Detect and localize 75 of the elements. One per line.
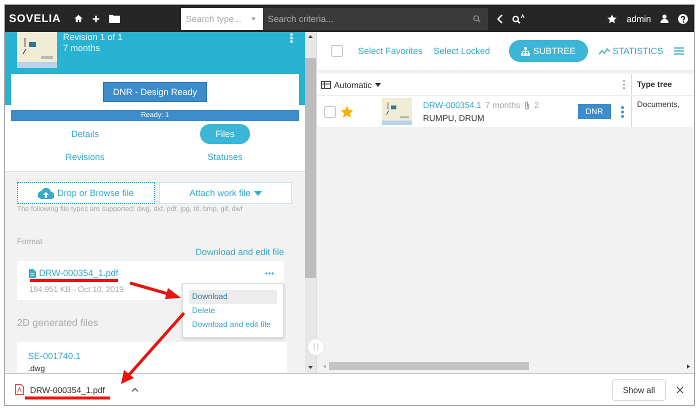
search-icon[interactable]: [472, 14, 481, 22]
revision-label: Revision 1 of 1: [63, 32, 124, 43]
search-type-dropdown[interactable]: Search type...: [180, 8, 263, 30]
statistics-button[interactable]: STATISTICS: [598, 46, 664, 56]
select-all-checkbox[interactable]: [331, 45, 343, 57]
section-heading: Format: [17, 237, 44, 246]
section-heading: 2D generated files: [17, 318, 98, 329]
caret-down-icon: [254, 190, 262, 196]
more-vertical-icon[interactable]: [621, 106, 624, 118]
paperclip-icon: [524, 100, 530, 110]
app-logo[interactable]: SOVELIA: [9, 12, 61, 24]
caret-down-icon: [374, 82, 381, 86]
subtree-button[interactable]: SUBTREE: [509, 40, 588, 62]
star-icon[interactable]: [607, 14, 618, 24]
user-name[interactable]: admin: [626, 14, 651, 24]
select-favorites-link[interactable]: Select Favorites: [358, 46, 423, 56]
table-cell-text: Documents,: [636, 99, 681, 111]
hierarchy-icon: [521, 46, 530, 56]
tab[interactable]: Details: [56, 124, 114, 144]
thumbnail-drawing: [17, 32, 57, 68]
scroll-right-icon[interactable]: [687, 364, 690, 368]
menu-item[interactable]: Download: [189, 290, 277, 304]
menu-item[interactable]: Delete: [189, 304, 277, 318]
star-icon[interactable]: [341, 106, 353, 118]
home-icon[interactable]: [74, 14, 83, 23]
arrow-annotation: [121, 312, 186, 384]
advanced-search-icon[interactable]: [512, 14, 525, 24]
table-view-icon: [321, 80, 331, 88]
file-meta: 194.951 KB - Oct 10, 2019: [29, 285, 124, 294]
help-icon[interactable]: [678, 14, 688, 24]
scrollbar-thumb[interactable]: [305, 58, 316, 278]
user-icon[interactable]: [660, 14, 669, 23]
file-icon: [29, 268, 36, 278]
line-chart-icon: [598, 48, 610, 54]
row-checkbox[interactable]: [324, 106, 336, 118]
show-all-button[interactable]: Show all: [612, 378, 666, 400]
downloaded-file-item[interactable]: DRW-000354_1.pdf: [15, 384, 115, 395]
folder-icon[interactable]: [108, 14, 120, 23]
vertical-scrollbar[interactable]: [305, 32, 316, 373]
file-type: .dwg: [28, 364, 46, 373]
splitter-handle[interactable]: [307, 338, 325, 356]
plus-icon[interactable]: [92, 14, 100, 22]
search-field[interactable]: Search criteria...: [262, 8, 488, 30]
scroll-down-icon[interactable]: [308, 366, 313, 369]
scrollbar-thumb[interactable]: [329, 362, 529, 370]
tab[interactable]: Statuses: [192, 147, 258, 167]
drop-file-button[interactable]: Drop or Browse file: [17, 182, 155, 204]
column-header[interactable]: Type tree: [632, 74, 694, 95]
pdf-file-icon: [15, 384, 24, 395]
download-edit-link[interactable]: Download and edit file: [195, 247, 284, 257]
more-horizontal-icon[interactable]: [265, 272, 274, 274]
attachment-count: 2: [534, 100, 539, 110]
view-mode-dropdown[interactable]: Automatic: [321, 80, 381, 90]
more-vertical-icon[interactable]: [290, 33, 293, 43]
attach-file-button[interactable]: Attach work file: [159, 182, 292, 204]
caret-down-icon: [250, 17, 256, 20]
chevron-up-icon[interactable]: [131, 387, 139, 392]
arrow-annotation: [130, 282, 181, 299]
cloud-upload-icon: [38, 188, 54, 198]
age-label: 7 months: [63, 43, 102, 54]
tab[interactable]: Files: [200, 124, 250, 144]
tab[interactable]: Revisions: [50, 147, 120, 167]
generated-file-link[interactable]: SE-001740.1: [28, 351, 276, 361]
age-label: 7 months: [485, 100, 520, 110]
document-id-link[interactable]: DRW-000354.1: [423, 100, 482, 110]
menu-item[interactable]: Download and edit file: [189, 318, 277, 332]
status-button[interactable]: DNR - Design Ready: [103, 82, 207, 102]
file-name-link[interactable]: DRW-000354_1.pdf: [39, 268, 118, 278]
scroll-up-icon[interactable]: [308, 35, 313, 38]
chevron-left-icon[interactable]: [496, 14, 503, 24]
menu-icon[interactable]: [674, 47, 684, 55]
document-title: RUMPU, DRUM: [423, 113, 486, 123]
status-badge: DNR: [578, 104, 611, 119]
select-locked-link[interactable]: Select Locked: [434, 46, 490, 56]
close-icon[interactable]: [676, 386, 684, 394]
